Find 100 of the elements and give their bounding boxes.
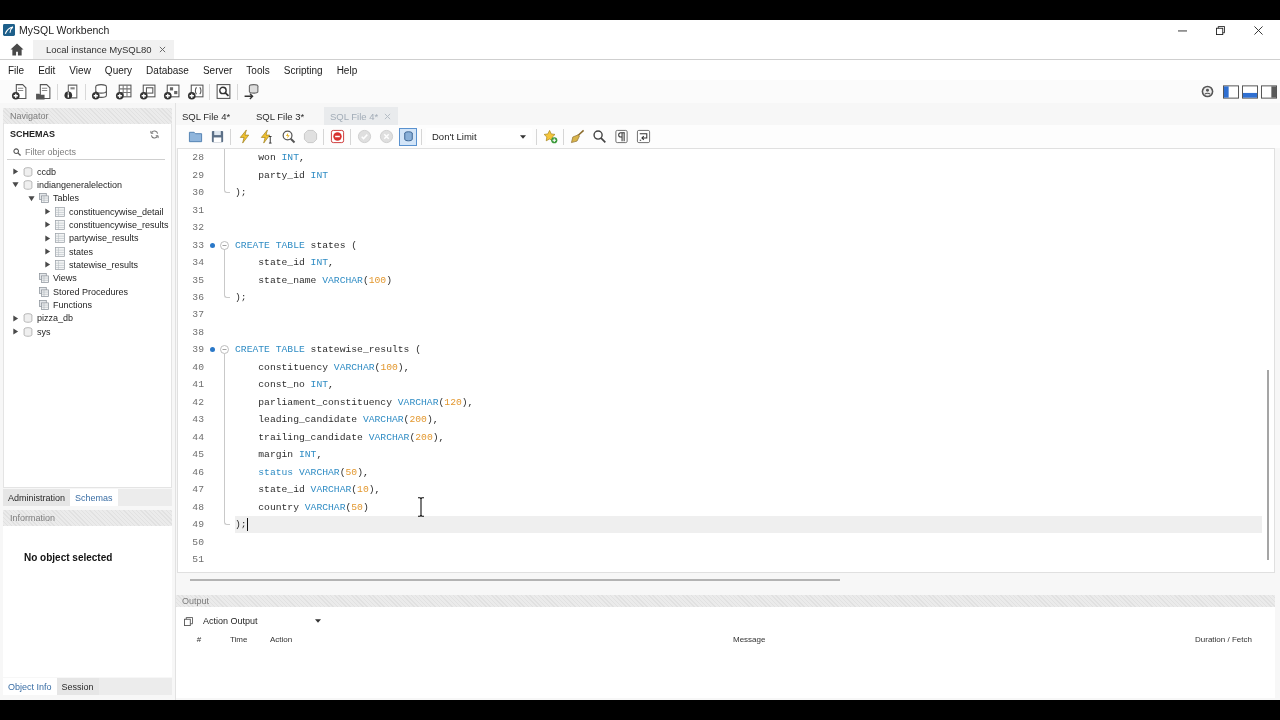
person-circle-icon — [1201, 85, 1214, 98]
horizontal-scroll-thumb[interactable] — [190, 579, 840, 581]
code-line: country VARCHAR(50) — [257, 501, 369, 513]
triangle-right-icon[interactable] — [11, 314, 19, 322]
toolbar-button[interactable] — [612, 127, 630, 146]
toolbar-button[interactable] — [185, 81, 206, 102]
panel-tab[interactable]: Schemas — [70, 489, 118, 506]
toolbar-button[interactable] — [89, 81, 110, 102]
menu-item[interactable]: Edit — [31, 62, 63, 78]
column-header[interactable]: Time — [230, 634, 248, 644]
database-icon — [23, 326, 33, 337]
refresh-icon[interactable] — [150, 129, 159, 139]
magnifier-lightning-icon — [280, 129, 296, 144]
panel-title: Navigator — [10, 111, 49, 121]
column-header[interactable]: # — [196, 634, 202, 644]
column-header[interactable]: Action — [270, 634, 293, 644]
tree-item[interactable]: Tables — [53, 193, 79, 204]
triangle-right-icon[interactable] — [43, 234, 51, 242]
line-number: 29 — [192, 169, 204, 181]
folder-icon — [187, 129, 203, 144]
menu-item[interactable]: Server — [195, 62, 240, 78]
line-number: 40 — [192, 361, 204, 373]
line-number: 30 — [192, 187, 204, 199]
menu-item[interactable]: Database — [139, 62, 196, 78]
toolbar-button[interactable] — [113, 81, 134, 102]
tree-item[interactable]: constituencywise_results — [69, 219, 169, 230]
tree-item[interactable]: states — [69, 246, 93, 257]
toolbar-button[interactable] — [213, 81, 234, 102]
document-search-icon — [215, 83, 232, 100]
line-number: 28 — [192, 152, 204, 164]
database-icon — [23, 313, 33, 324]
triangle-right-icon[interactable] — [43, 248, 51, 256]
toolbar-button[interactable] — [9, 81, 30, 102]
tree-item[interactable]: ccdb — [37, 166, 56, 177]
connection-tab[interactable]: Local instance MySQL80 — [33, 40, 174, 59]
code-line: margin INT, — [257, 449, 323, 461]
code-line: won INT, — [257, 152, 305, 164]
triangle-down-icon[interactable] — [27, 194, 35, 202]
star-plus-icon — [542, 129, 558, 144]
tree-item[interactable]: pizza_db — [37, 313, 74, 324]
code-line: ); — [235, 292, 247, 303]
menu-item[interactable]: Scripting — [276, 62, 330, 78]
column-header[interactable]: Message — [733, 634, 766, 644]
app-logo-icon — [3, 24, 15, 36]
line-number: 42 — [192, 396, 204, 408]
panel-toggle[interactable] — [1260, 83, 1278, 100]
editor-tab[interactable]: SQL File 4* — [176, 107, 250, 125]
menu-item[interactable]: Query — [97, 62, 140, 78]
panel-tab[interactable]: Object Info — [3, 678, 57, 695]
table-plus-icon — [115, 83, 132, 100]
line-number: 44 — [192, 431, 204, 443]
home-icon[interactable] — [10, 43, 24, 56]
toolbar-button[interactable] — [634, 127, 652, 146]
code-line: CREATE TABLE statewise_results ( — [235, 344, 422, 356]
close-icon[interactable] — [158, 46, 166, 53]
tree-item[interactable]: Views — [53, 273, 77, 284]
right-panel-icon — [1261, 84, 1277, 99]
triangle-right-icon[interactable] — [11, 328, 19, 336]
filter-field[interactable]: Filter objects — [7, 145, 165, 160]
tree-item[interactable]: constituencywise_detail — [69, 206, 164, 217]
triangle-right-icon[interactable] — [11, 168, 19, 176]
output-mode-dropdown[interactable]: Action Output — [200, 613, 325, 629]
tree-item[interactable]: indiangeneralelection — [37, 180, 123, 190]
panel-tab[interactable]: Session — [56, 678, 99, 695]
code-line: state_id INT, — [257, 257, 334, 269]
menu-item[interactable]: View — [62, 62, 98, 78]
menu-item[interactable]: Tools — [239, 62, 277, 78]
code-line: ); — [235, 519, 247, 531]
triangle-down-icon[interactable] — [11, 181, 19, 189]
triangle-right-icon[interactable] — [43, 261, 51, 269]
line-number: 33 — [192, 239, 204, 251]
code-line: state_name VARCHAR(100) — [257, 274, 392, 286]
panel-tab[interactable]: Administration — [3, 489, 71, 506]
left-panel-icon — [1223, 84, 1239, 99]
triangle-right-icon[interactable] — [43, 221, 51, 229]
tree-item[interactable]: Functions — [53, 299, 93, 310]
toolbar-button[interactable] — [137, 81, 158, 102]
copy-icon[interactable] — [184, 616, 193, 626]
tree-item[interactable]: statewise_results — [69, 259, 139, 270]
menu-item[interactable]: Help — [329, 62, 365, 78]
tree-item[interactable]: Stored Procedures — [53, 286, 129, 297]
toolbar-button[interactable] — [590, 127, 608, 146]
panel-toggle[interactable] — [1222, 83, 1240, 100]
code-line: status VARCHAR(50), — [257, 466, 369, 478]
triangle-right-icon[interactable] — [43, 208, 51, 216]
menu-item[interactable]: File — [1, 62, 32, 78]
table-icon — [55, 246, 65, 257]
toolbar-button[interactable] — [33, 81, 54, 102]
line-number: 47 — [192, 484, 204, 496]
caret-down-icon — [315, 619, 321, 623]
panel-toggle[interactable] — [1241, 83, 1259, 100]
line-number: 41 — [192, 379, 204, 391]
tree-item[interactable]: sys — [37, 326, 51, 337]
vertical-scroll-thumb[interactable] — [1267, 370, 1269, 560]
toolbar-button[interactable] — [161, 81, 182, 102]
restore-icon — [1215, 25, 1225, 35]
tree-item[interactable]: partywise_results — [69, 233, 139, 244]
database-icon — [23, 166, 33, 177]
column-header[interactable]: Duration / Fetch — [1195, 634, 1252, 644]
editor-tab[interactable]: SQL File 3* — [250, 107, 324, 125]
